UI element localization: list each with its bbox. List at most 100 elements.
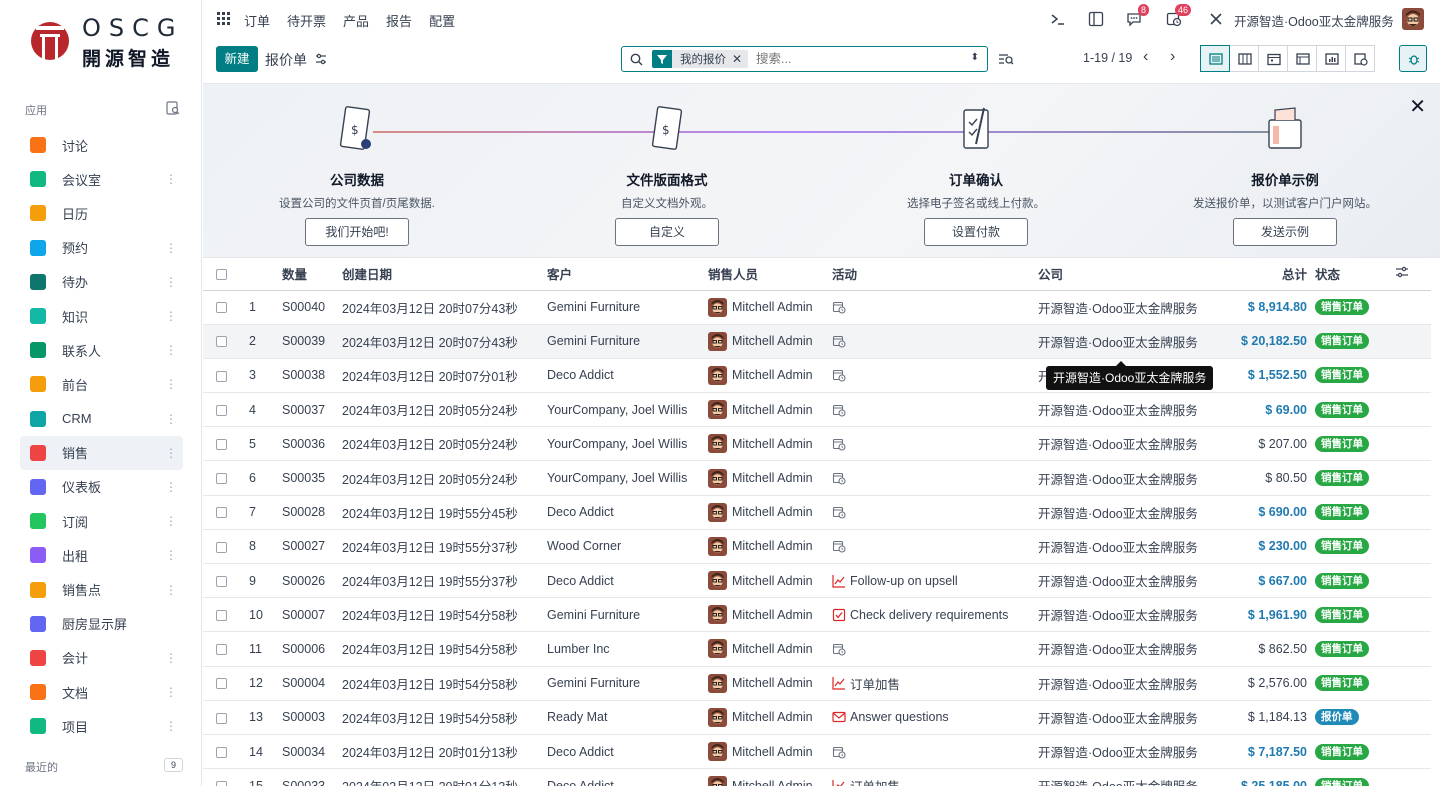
row-checkbox[interactable] bbox=[216, 609, 227, 621]
row-checkbox[interactable] bbox=[216, 473, 227, 485]
activity-clock-icon[interactable] bbox=[832, 368, 846, 383]
terminal-icon[interactable] bbox=[1050, 11, 1066, 27]
menu-products[interactable]: 产品 bbox=[343, 11, 369, 30]
calendar-view-button[interactable] bbox=[1258, 45, 1288, 72]
row-checkbox[interactable] bbox=[216, 507, 227, 519]
menu-orders[interactable]: 订单 bbox=[244, 11, 270, 30]
table-row[interactable]: 15S000332024年03月12日 20时01分13秒Deco Addict… bbox=[203, 768, 1431, 786]
column-company[interactable]: 公司 bbox=[1038, 258, 1211, 291]
activity-clock-icon[interactable] bbox=[832, 300, 846, 314]
table-row[interactable]: 14 S00034 2024年03月12日 20时01分13秒 Deco Addict… bbox=[203, 734, 1431, 770]
column-number[interactable]: 数量 bbox=[282, 258, 342, 291]
menu-configuration[interactable]: 配置 bbox=[429, 11, 455, 30]
table-row[interactable]: 3 S00038 2024年03月12日 20时07分01秒 Deco Addict M… bbox=[203, 358, 1431, 394]
app-more-icon[interactable]: ⋮ bbox=[165, 583, 177, 597]
sidebar-app-item[interactable]: 预约 ⋮ bbox=[20, 231, 183, 265]
sidebar-app-item[interactable]: 项目 ⋮ bbox=[20, 709, 183, 743]
company-switcher[interactable]: 开源智造·Odoo亚太金牌服务 bbox=[1234, 11, 1394, 30]
app-more-icon[interactable]: ⋮ bbox=[165, 685, 177, 699]
sidebar-app-item[interactable]: 前台 ⋮ bbox=[20, 367, 183, 401]
sidebar-app-item[interactable]: 会计 ⋮ bbox=[20, 641, 183, 675]
send-sample-button[interactable]: 发送示例 bbox=[1233, 218, 1337, 246]
app-more-icon[interactable]: ⋮ bbox=[165, 719, 177, 733]
app-more-icon[interactable]: ⋮ bbox=[165, 651, 177, 665]
table-row[interactable]: 10 S00007 2024年03月12日 19时54分58秒 Gemini Furn… bbox=[203, 597, 1431, 633]
table-row[interactable]: 1 S00040 2024年03月12日 20时07分43秒 Gemini Furni… bbox=[203, 290, 1431, 325]
activity-clock-icon[interactable] bbox=[832, 642, 846, 656]
row-checkbox[interactable] bbox=[216, 541, 227, 553]
sidebar-app-item[interactable]: 文档 ⋮ bbox=[20, 675, 183, 709]
list-view-button[interactable] bbox=[1200, 45, 1230, 72]
column-total[interactable]: 总计 bbox=[1211, 258, 1307, 291]
column-status[interactable]: 状态 bbox=[1307, 258, 1395, 291]
sidebar-app-item[interactable]: 讨论 bbox=[20, 128, 183, 162]
customize-button[interactable]: 自定义 bbox=[615, 218, 719, 246]
optional-columns-icon[interactable] bbox=[1395, 265, 1409, 279]
app-more-icon[interactable]: ⋮ bbox=[165, 172, 177, 186]
sidebar-app-item[interactable]: CRM ⋮ bbox=[20, 402, 183, 436]
sidebar-app-item[interactable]: 待办 ⋮ bbox=[20, 265, 183, 299]
email-icon[interactable] bbox=[832, 710, 846, 724]
activity-clock-icon[interactable] bbox=[832, 505, 846, 519]
app-more-icon[interactable]: ⋮ bbox=[165, 446, 177, 460]
user-avatar[interactable] bbox=[1402, 8, 1424, 30]
app-grid-icon[interactable] bbox=[217, 12, 230, 25]
sidebar-app-item[interactable]: 订阅 ⋮ bbox=[20, 504, 183, 538]
sidebar-app-item[interactable]: 厨房显示屏 bbox=[20, 607, 183, 641]
app-more-icon[interactable]: ⋮ bbox=[165, 548, 177, 562]
sidebar-app-item[interactable]: 销售 ⋮ bbox=[20, 435, 183, 470]
row-checkbox[interactable] bbox=[216, 746, 227, 758]
facet-remove-icon[interactable]: ✕ bbox=[732, 52, 748, 66]
sidebar-app-item[interactable]: 出租 ⋮ bbox=[20, 538, 183, 572]
table-row[interactable]: 12 S00004 2024年03月12日 19时54分58秒 Gemini Furn… bbox=[203, 666, 1431, 701]
lets-start-button[interactable]: 我们开始吧! bbox=[305, 218, 409, 246]
close-onboarding-icon[interactable]: ✕ bbox=[1409, 94, 1426, 119]
pivot-view-button[interactable] bbox=[1287, 45, 1317, 72]
app-more-icon[interactable]: ⋮ bbox=[165, 309, 177, 323]
search-bar[interactable]: 我的报价 ✕ ⬍ bbox=[621, 46, 988, 72]
table-row[interactable]: 8 S00027 2024年03月12日 19时55分37秒 Wood Corner M… bbox=[203, 529, 1431, 565]
row-checkbox[interactable] bbox=[216, 302, 227, 314]
app-more-icon[interactable]: ⋮ bbox=[165, 480, 177, 494]
apps-search-icon[interactable] bbox=[166, 101, 180, 115]
table-row[interactable]: 13 S00003 2024年03月12日 19时54分58秒 Ready Mat Mi… bbox=[203, 700, 1431, 735]
sidebar-app-item[interactable]: 日历 bbox=[20, 196, 183, 230]
app-more-icon[interactable]: ⋮ bbox=[165, 514, 177, 528]
select-all-checkbox[interactable] bbox=[216, 268, 227, 280]
column-activity[interactable]: 活动 bbox=[832, 258, 1038, 291]
column-salesperson[interactable]: 销售人员 bbox=[708, 258, 832, 291]
app-more-icon[interactable]: ⋮ bbox=[165, 275, 177, 289]
activity-clock-icon[interactable] bbox=[832, 437, 846, 451]
todo-check-icon[interactable] bbox=[832, 608, 846, 622]
sidebar-app-item[interactable]: 会议室 ⋮ bbox=[20, 162, 183, 196]
graph-view-button[interactable] bbox=[1316, 45, 1346, 72]
oscg-logo[interactable]: OSCG 開源智造 bbox=[30, 12, 180, 72]
menu-to-invoice[interactable]: 待开票 bbox=[287, 11, 326, 30]
sidebar-app-item[interactable]: 知识 ⋮ bbox=[20, 299, 183, 333]
table-row[interactable]: 11 S00006 2024年03月12日 19时54分58秒 Lumber Inc M… bbox=[203, 631, 1431, 667]
set-payment-button[interactable]: 设置付款 bbox=[924, 218, 1028, 246]
activity-clock-icon[interactable] bbox=[832, 403, 846, 417]
app-more-icon[interactable]: ⋮ bbox=[165, 343, 177, 357]
row-checkbox[interactable] bbox=[216, 370, 227, 382]
row-checkbox[interactable] bbox=[216, 404, 227, 416]
table-row[interactable]: 7 S00028 2024年03月12日 19时55分45秒 Deco Addict M… bbox=[203, 495, 1431, 530]
table-row[interactable]: 9 S00026 2024年03月12日 19时55分37秒 Deco Addict M… bbox=[203, 563, 1431, 599]
row-checkbox[interactable] bbox=[216, 575, 227, 587]
actions-gear-icon[interactable] bbox=[315, 53, 327, 65]
sidebar-app-item[interactable]: 仪表板 ⋮ bbox=[20, 470, 183, 504]
split-panel-icon[interactable] bbox=[1088, 11, 1104, 27]
sidebar-app-item[interactable]: 销售点 ⋮ bbox=[20, 572, 183, 606]
activity-clock-icon[interactable] bbox=[832, 745, 846, 759]
table-row[interactable]: 6 S00035 2024年03月12日 20时05分24秒 YourCompany,… bbox=[203, 460, 1431, 496]
search-options-toggle-icon[interactable]: ⬍ bbox=[971, 52, 979, 63]
row-checkbox[interactable] bbox=[216, 780, 227, 786]
pager-next-icon[interactable]: › bbox=[1170, 48, 1175, 66]
upsell-chart-icon[interactable] bbox=[832, 676, 846, 690]
pager-value[interactable]: 1-19 / 19 bbox=[1083, 51, 1132, 65]
column-customer[interactable]: 客户 bbox=[547, 258, 708, 291]
app-more-icon[interactable]: ⋮ bbox=[165, 377, 177, 391]
row-checkbox[interactable] bbox=[216, 336, 227, 348]
row-checkbox[interactable] bbox=[216, 644, 227, 656]
row-checkbox[interactable] bbox=[216, 439, 227, 451]
